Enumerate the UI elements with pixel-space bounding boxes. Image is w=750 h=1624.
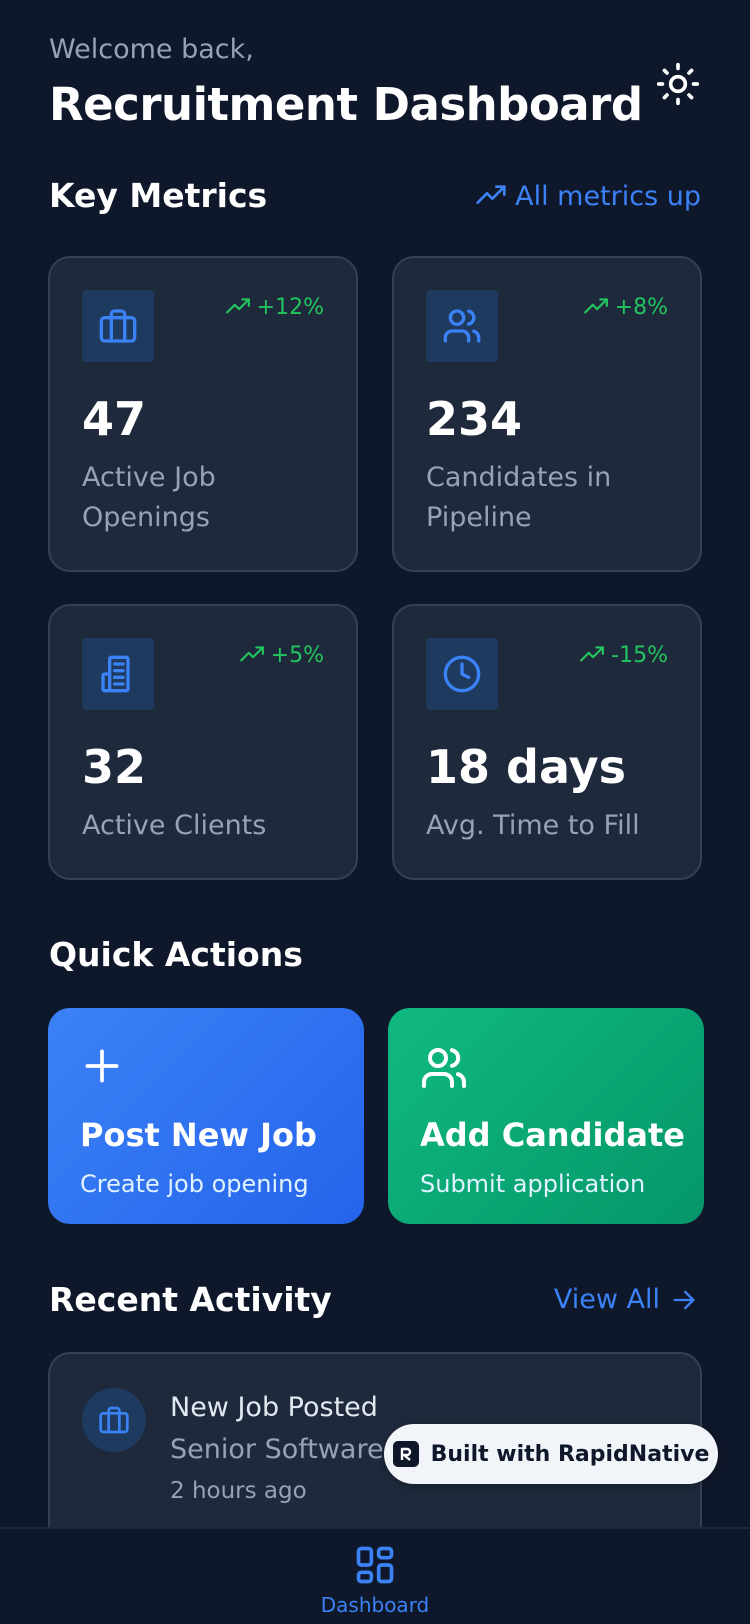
metric-value: 18 days — [426, 740, 626, 794]
users-icon — [443, 309, 481, 343]
theme-toggle-button[interactable] — [652, 58, 704, 110]
metric-card-clients[interactable]: +5% 32 Active Clients — [48, 604, 358, 880]
metric-change: +8% — [583, 294, 668, 320]
recent-activity-title: Recent Activity — [49, 1280, 332, 1319]
activity-time: 2 hours ago — [170, 1478, 307, 1504]
arrow-right-icon — [673, 1290, 695, 1309]
metric-value: 47 — [82, 392, 147, 446]
activity-subtitle: Senior Software — [170, 1434, 384, 1465]
all-metrics-label: All metrics up — [515, 180, 701, 212]
rapidnative-logo-icon — [392, 1441, 419, 1467]
metric-value: 234 — [426, 392, 523, 446]
metric-change-value: +12% — [256, 294, 324, 320]
metric-icon-box — [82, 290, 154, 362]
metric-icon-box — [426, 638, 498, 710]
metric-label: Avg. Time to Fill — [426, 810, 640, 841]
trending-up-icon — [583, 298, 608, 314]
metric-card-candidates[interactable]: +8% 234 Candidates in Pipeline — [392, 256, 702, 572]
trending-up-icon — [476, 185, 506, 204]
metric-change-value: +8% — [614, 294, 668, 320]
sun-icon — [656, 62, 700, 106]
briefcase-icon — [99, 309, 137, 343]
trending-up-icon — [225, 298, 250, 314]
metric-icon-box — [426, 290, 498, 362]
briefcase-icon — [99, 1406, 129, 1434]
bottom-nav: Dashboard — [0, 1527, 750, 1624]
built-with-badge[interactable]: Built with RapidNative — [384, 1424, 718, 1484]
view-all-label: View All — [553, 1284, 660, 1315]
badge-label: Built with RapidNative — [430, 1441, 710, 1467]
metric-icon-box — [82, 638, 154, 710]
action-subtitle: Submit application — [420, 1170, 646, 1198]
action-subtitle: Create job opening — [80, 1170, 309, 1198]
action-title: Add Candidate — [420, 1116, 685, 1154]
metric-change: -15% — [579, 642, 668, 668]
key-metrics-title: Key Metrics — [49, 176, 268, 215]
clock-icon — [443, 655, 481, 693]
metric-value: 32 — [82, 740, 147, 794]
metric-change: +5% — [239, 642, 324, 668]
users-icon — [422, 1048, 467, 1088]
metric-label: Active Clients — [82, 810, 267, 841]
trending-up-icon — [580, 646, 605, 662]
metric-change-value: +5% — [270, 642, 324, 668]
view-all-link[interactable]: View All — [554, 1284, 698, 1315]
metric-label: Active Job Openings — [82, 462, 216, 533]
activity-icon-circle — [82, 1388, 146, 1452]
metric-change-value: -15% — [611, 642, 668, 668]
trending-up-icon — [239, 646, 264, 662]
welcome-text: Welcome back, — [49, 34, 254, 65]
metric-label: Candidates in Pipeline — [426, 462, 612, 533]
add-candidate-button[interactable]: Add Candidate Submit application — [388, 1008, 704, 1224]
activity-title: New Job Posted — [170, 1392, 378, 1423]
post-new-job-button[interactable]: Post New Job Create job opening — [48, 1008, 364, 1224]
page-title: Recruitment Dashboard — [49, 78, 643, 131]
nav-label: Dashboard — [320, 1593, 430, 1617]
plus-icon — [85, 1049, 119, 1083]
action-title: Post New Job — [80, 1116, 317, 1154]
nav-item-dashboard[interactable]: Dashboard — [321, 1543, 429, 1617]
metric-card-time-to-fill[interactable]: -15% 18 days Avg. Time to Fill — [392, 604, 702, 880]
building-icon — [101, 655, 130, 693]
all-metrics-status[interactable]: All metrics up — [475, 180, 701, 212]
grid-icon — [356, 1546, 394, 1584]
quick-actions-title: Quick Actions — [49, 935, 303, 974]
metric-change: +12% — [225, 294, 324, 320]
metric-card-job-openings[interactable]: +12% 47 Active Job Openings — [48, 256, 358, 572]
